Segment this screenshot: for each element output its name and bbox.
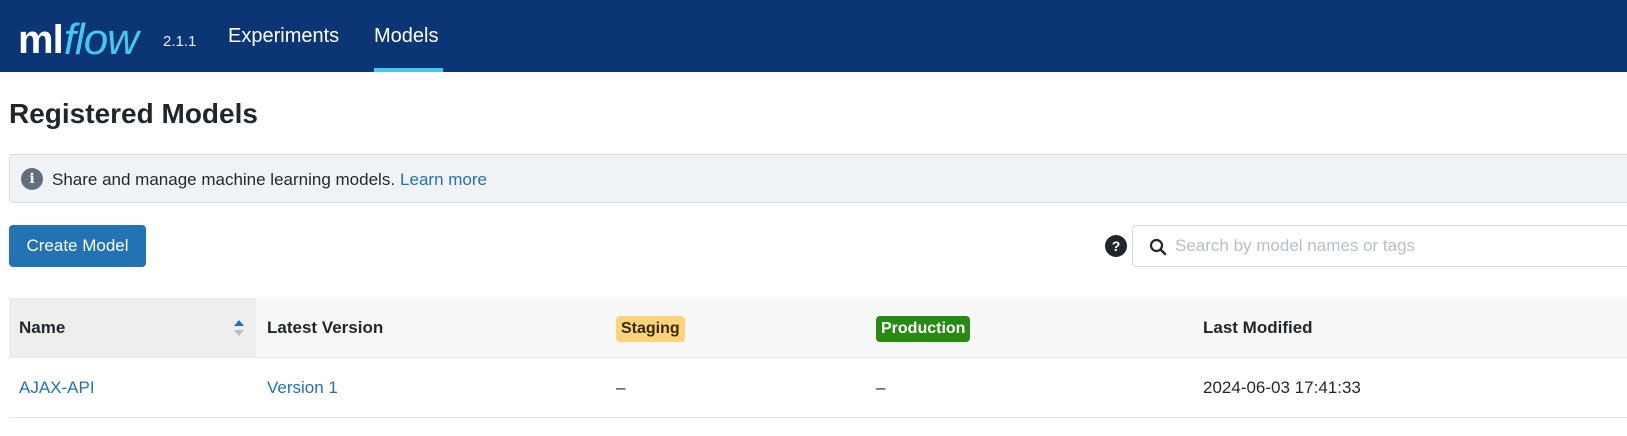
info-banner: i Share and manage machine learning mode… xyxy=(9,154,1627,203)
column-header-production: Production xyxy=(876,298,971,358)
column-header-name-label: Name xyxy=(19,318,66,337)
search-help-icon[interactable]: ? xyxy=(1105,235,1127,257)
staging-value: – xyxy=(616,378,626,397)
nav-models[interactable]: Models xyxy=(374,0,443,72)
model-name-link[interactable]: AJAX-API xyxy=(19,358,95,418)
nav-models-label: Models xyxy=(374,25,439,47)
table-row: AJAX-API Version 1 – – 2024-06-03 17:41:… xyxy=(9,358,1627,418)
column-header-name[interactable]: Name xyxy=(9,298,256,358)
nav-experiments-label: Experiments xyxy=(228,25,340,47)
column-header-staging: Staging xyxy=(616,298,685,358)
create-model-button[interactable]: Create Model xyxy=(9,225,146,267)
production-value: – xyxy=(876,378,886,397)
column-header-last-modified[interactable]: Last Modified xyxy=(1203,298,1313,358)
sort-icon[interactable] xyxy=(233,319,245,337)
info-banner-message: Share and manage machine learning models… xyxy=(52,170,487,190)
info-banner-text: Share and manage machine learning models… xyxy=(52,170,396,189)
page-title: Registered Models xyxy=(9,98,258,129)
table-header: Name Latest Version Staging Production L… xyxy=(9,298,1627,358)
column-header-latest-version: Latest Version xyxy=(267,318,384,337)
version-label: 2.1.1 xyxy=(163,33,197,50)
active-nav-indicator xyxy=(374,68,443,72)
mlflow-logo[interactable]: ml flow xyxy=(18,4,139,64)
search-box[interactable] xyxy=(1132,225,1627,267)
staging-badge: Staging xyxy=(616,315,685,342)
info-icon: i xyxy=(21,168,43,190)
last-modified-value: 2024-06-03 17:41:33 xyxy=(1203,378,1361,397)
production-badge: Production xyxy=(876,315,971,342)
logo-flow-text: flow xyxy=(63,15,139,64)
logo-ml-text: ml xyxy=(18,18,64,62)
registered-models-table: Name Latest Version Staging Production L… xyxy=(9,298,1627,418)
search-input[interactable] xyxy=(1175,226,1627,266)
nav-experiments[interactable]: Experiments xyxy=(228,0,339,72)
top-navigation-bar: ml flow 2.1.1 Experiments Models xyxy=(0,0,1627,72)
learn-more-link[interactable]: Learn more xyxy=(400,170,487,189)
search-icon xyxy=(1149,238,1167,256)
latest-version-link[interactable]: Version 1 xyxy=(267,358,338,418)
